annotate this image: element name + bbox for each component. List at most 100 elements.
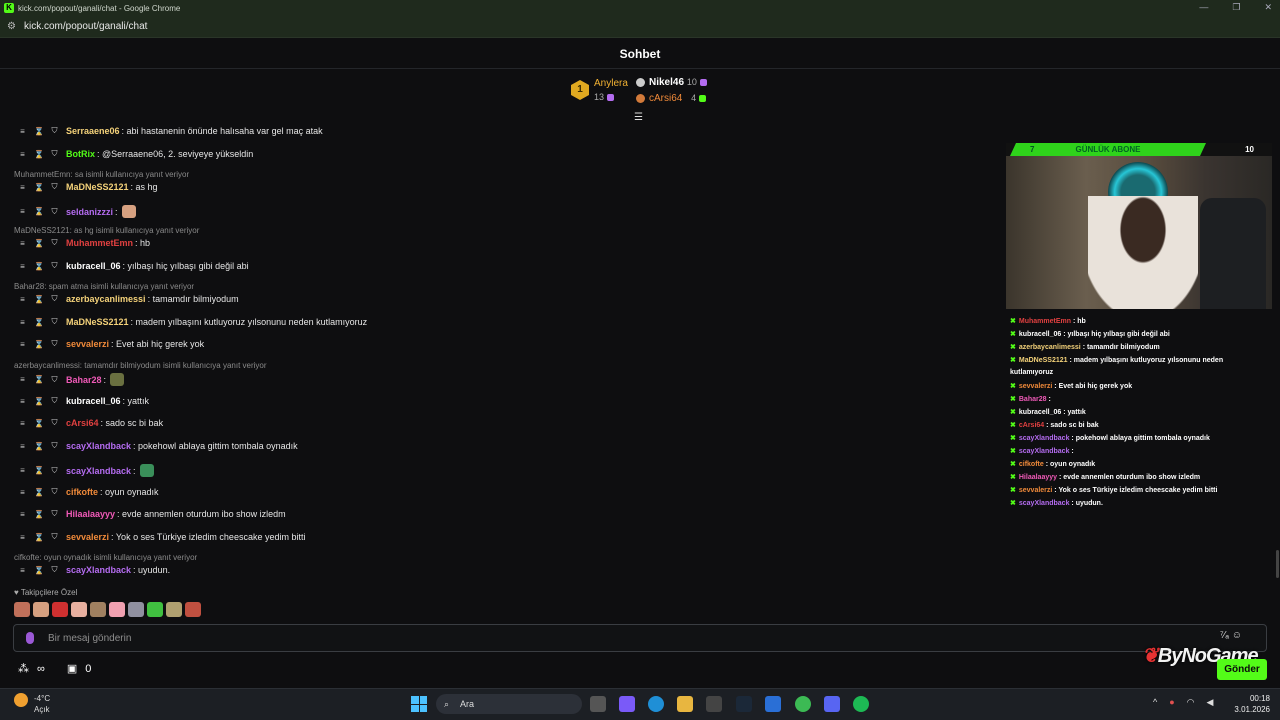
timeout-icon[interactable]: ⌛	[34, 442, 44, 451]
pin-icon[interactable]: ≡	[18, 533, 27, 542]
pin-icon[interactable]: ≡	[18, 442, 27, 451]
chat-username[interactable]: MaDNeSS2121	[66, 317, 129, 327]
chat-username[interactable]: scayXlandback	[66, 565, 131, 575]
chat-username[interactable]: cArsi64	[66, 418, 99, 428]
timeout-icon[interactable]: ⌛	[34, 318, 44, 327]
chat-username[interactable]: Hilaalaayyy	[66, 509, 115, 519]
weather-icon[interactable]	[14, 693, 28, 707]
chat-username[interactable]: cifkofte	[66, 487, 98, 497]
spotify-icon[interactable]	[853, 696, 869, 712]
chat-username[interactable]: sevvalerzi	[66, 339, 109, 349]
ban-icon[interactable]: ⛉	[50, 441, 59, 451]
ban-icon[interactable]: ⛉	[50, 375, 59, 385]
volume-icon[interactable]: ◀	[1207, 697, 1214, 708]
chat-username[interactable]: BotRix	[66, 149, 95, 159]
ban-icon[interactable]: ⛉	[50, 532, 59, 542]
close-button[interactable]: ✕	[1264, 2, 1272, 13]
reply-context[interactable]: cifkofte: oyun oynadık isimli kullanıcıy…	[14, 553, 197, 562]
ban-icon[interactable]: ⛉	[50, 487, 59, 497]
reply-context[interactable]: MuhammetEmn: sa isimli kullanıcıya yanıt…	[14, 170, 189, 179]
timeout-icon[interactable]: ⌛	[34, 488, 44, 497]
network-icon[interactable]: ◠	[1187, 697, 1195, 708]
ban-icon[interactable]: ⛉	[50, 396, 59, 406]
ban-icon[interactable]: ⛉	[50, 149, 59, 159]
ban-icon[interactable]: ⛉	[50, 317, 59, 327]
taskbar-search[interactable]: ⌕ Ara	[436, 694, 582, 714]
chevron-up-icon[interactable]: ^	[1153, 697, 1157, 708]
reply-context[interactable]: Bahar28: spam atma isimli kullanıcıya ya…	[14, 282, 194, 291]
chat-username[interactable]: seldanizzzi	[66, 207, 113, 217]
pin-icon[interactable]: ≡	[18, 207, 27, 216]
timeout-icon[interactable]: ⌛	[34, 533, 44, 542]
chat-message[interactable]: ≡ ⌛ ⛉ cArsi64: sado sc bi bak	[18, 418, 163, 428]
pin-icon[interactable]: ≡	[18, 510, 27, 519]
chat-message[interactable]: ≡ ⌛ ⛉ Bahar28:	[18, 373, 125, 386]
chat-message[interactable]: ≡ ⌛ ⛉ Hilaalaayyy: evde annemlen oturdum ib…	[18, 509, 285, 519]
emote-icon[interactable]	[14, 602, 30, 617]
timeout-icon[interactable]: ⌛	[34, 295, 44, 304]
maximize-button[interactable]: ❐	[1232, 2, 1240, 13]
timeout-icon[interactable]: ⌛	[34, 397, 44, 406]
pin-icon[interactable]: ≡	[18, 375, 27, 384]
minimize-button[interactable]: —	[1199, 2, 1208, 13]
steam-icon[interactable]	[736, 696, 752, 712]
pin-icon[interactable]: ≡	[18, 183, 27, 192]
mail-icon[interactable]	[765, 696, 781, 712]
chat-message[interactable]: ≡ ⌛ ⛉ scayXlandback:	[18, 464, 154, 477]
chat-message[interactable]: ≡ ⌛ ⛉ sevvalerzi: Evet abi hiç gerek yok	[18, 339, 204, 349]
chat-message[interactable]: ≡ ⌛ ⛉ cifkofte: oyun oynadık	[18, 487, 158, 497]
chat-username[interactable]: scayXlandback	[66, 466, 131, 476]
chat-username[interactable]: kubracell_06	[66, 261, 121, 271]
share-icon[interactable]: ⁂	[18, 662, 29, 675]
start-button[interactable]	[411, 696, 427, 712]
reply-context[interactable]: azerbaycanlimessi: tamamdır bilmiyodum i…	[14, 361, 267, 370]
top-gifter-3[interactable]: cArsi64 4	[636, 93, 707, 104]
emote-icon[interactable]	[109, 602, 125, 617]
message-input[interactable]: Bir mesaj gönderin	[13, 624, 1267, 652]
copilot-icon[interactable]	[619, 696, 635, 712]
pin-icon[interactable]: ≡	[18, 419, 27, 428]
chat-message[interactable]: ≡ ⌛ ⛉ MaDNeSS2121: madem yılbaşını kutluyor…	[18, 317, 367, 327]
chat-message[interactable]: ≡ ⌛ ⛉ kubracell_06: yattık	[18, 396, 149, 406]
chat-message[interactable]: ≡ ⌛ ⛉ seldanizzzi:	[18, 205, 136, 218]
task-view-icon[interactable]	[590, 696, 606, 712]
ban-icon[interactable]: ⛉	[50, 207, 59, 217]
gift-box-icon[interactable]: ▣	[67, 662, 77, 675]
chat-username[interactable]: scayXlandback	[66, 441, 131, 451]
chat-message[interactable]: ≡ ⌛ ⛉ kubracell_06: yılbaşı hiç yılbaşı gib…	[18, 261, 248, 271]
emoji-icon[interactable]: ☺	[1232, 630, 1242, 641]
pin-icon[interactable]: ≡	[18, 397, 27, 406]
timeout-icon[interactable]: ⌛	[34, 419, 44, 428]
emote-icon[interactable]	[147, 602, 163, 617]
pin-icon[interactable]: ≡	[18, 262, 27, 271]
reply-context[interactable]: MaDNeSS2121: as hg isimli kullanıcıya ya…	[14, 226, 199, 235]
discord-icon[interactable]	[824, 696, 840, 712]
pin-icon[interactable]: ≡	[18, 466, 27, 475]
ban-icon[interactable]: ⛉	[50, 182, 59, 192]
pin-icon[interactable]: ≡	[18, 488, 27, 497]
store-icon[interactable]	[706, 696, 722, 712]
emote-icon[interactable]	[185, 602, 201, 617]
timeout-icon[interactable]: ⌛	[34, 239, 44, 248]
emote-icon[interactable]	[166, 602, 182, 617]
chat-username[interactable]: kubracell_06	[66, 396, 121, 406]
pin-icon[interactable]: ≡	[18, 127, 27, 136]
mic-tray-icon[interactable]: ●	[1169, 697, 1174, 708]
chat-username[interactable]: Bahar28	[66, 375, 102, 385]
send-button[interactable]: Gönder	[1217, 659, 1267, 680]
timeout-icon[interactable]: ⌛	[34, 127, 44, 136]
chat-message[interactable]: ≡ ⌛ ⛉ MuhammetEmn: hb	[18, 238, 150, 248]
top-gifter-2[interactable]: Nikel46 10	[636, 77, 707, 88]
clock[interactable]: 00:18 3.01.2026	[1222, 693, 1270, 715]
ban-icon[interactable]: ⛉	[50, 294, 59, 304]
chat-message[interactable]: ≡ ⌛ ⛉ MaDNeSS2121: as hg	[18, 182, 157, 192]
chat-username[interactable]: sevvalerzi	[66, 532, 109, 542]
chrome-icon[interactable]	[795, 696, 811, 712]
timeout-icon[interactable]: ⌛	[34, 466, 44, 475]
emote-icon[interactable]	[90, 602, 106, 617]
timeout-icon[interactable]: ⌛	[34, 183, 44, 192]
translate-icon[interactable]: ⁷⁄ₐ	[1220, 630, 1229, 641]
ban-icon[interactable]: ⛉	[50, 126, 59, 136]
file-explorer-icon[interactable]	[677, 696, 693, 712]
filter-icon[interactable]: ☰	[634, 112, 643, 123]
